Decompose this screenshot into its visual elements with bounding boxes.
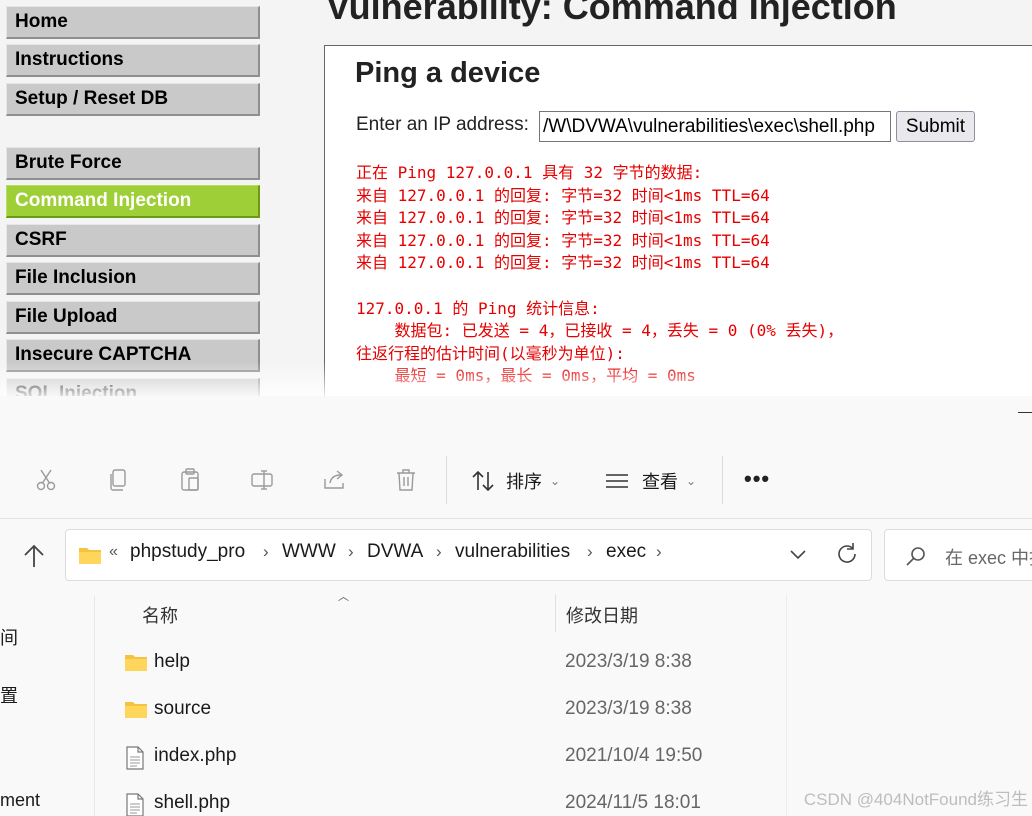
view-button[interactable]: 查看 ⌄ bbox=[604, 464, 696, 498]
file-modified-date: 2021/10/4 19:50 bbox=[565, 745, 703, 766]
output-line: 来自 127.0.0.1 的回复: 字节=32 时间<1ms TTL=64 bbox=[356, 253, 770, 273]
breadcrumb-item[interactable]: exec bbox=[606, 541, 646, 563]
toolbar-divider bbox=[0, 518, 1032, 519]
watermark: CSDN @404NotFound练习生 bbox=[803, 790, 1028, 809]
folder-icon bbox=[79, 548, 101, 564]
output-line: 正在 Ping 127.0.0.1 具有 32 字节的数据: bbox=[356, 163, 703, 182]
output-line: 来自 127.0.0.1 的回复: 字节=32 时间<1ms TTL=64 bbox=[356, 185, 770, 205]
menu-item[interactable]: Command Injection bbox=[6, 185, 260, 218]
toolbar-separator bbox=[446, 456, 447, 504]
file-row[interactable]: help 2023/3/19 8:38 bbox=[110, 644, 786, 684]
ip-address-label: Enter an IP address: bbox=[356, 114, 529, 135]
nav-pane-divider bbox=[94, 596, 95, 816]
file-row[interactable]: source 2023/3/19 8:38 bbox=[110, 691, 786, 731]
ip-address-input[interactable] bbox=[539, 111, 891, 142]
breadcrumb-separator-icon[interactable]: › bbox=[436, 542, 442, 562]
breadcrumb-separator-icon[interactable]: › bbox=[263, 542, 269, 562]
sort-icon bbox=[472, 470, 494, 492]
toolbar-separator bbox=[722, 456, 723, 504]
breadcrumb-overflow-icon[interactable]: « bbox=[109, 543, 118, 561]
breadcrumb-item[interactable]: DVWA bbox=[367, 541, 423, 563]
paste-icon[interactable] bbox=[170, 460, 210, 500]
breadcrumb-item[interactable]: phpstudy_pro bbox=[130, 541, 245, 563]
menu-item[interactable]: Instructions bbox=[6, 44, 260, 77]
file-icon bbox=[124, 746, 146, 775]
file-name: help bbox=[154, 651, 190, 672]
cut-icon[interactable] bbox=[26, 460, 66, 500]
chevron-down-icon: ⌄ bbox=[686, 474, 697, 488]
column-header-name[interactable]: 名称 bbox=[142, 602, 178, 628]
address-bar[interactable]: « phpstudy_pro › WWW › DVWA › vulnerabilities ›… bbox=[65, 529, 872, 581]
file-name: shell.php bbox=[154, 792, 231, 813]
share-icon[interactable] bbox=[314, 460, 354, 500]
submit-button[interactable]: Submit bbox=[896, 111, 975, 142]
sort-ascending-icon: ︿ bbox=[338, 591, 349, 603]
output-line: 127.0.0.1 的 Ping 统计信息: bbox=[356, 298, 600, 318]
search-box[interactable]: 在 exec 中搜 bbox=[884, 529, 1032, 581]
menu-item[interactable]: Home bbox=[6, 6, 260, 39]
page-title: Vulnerability: Command Injection bbox=[326, 0, 897, 27]
breadcrumb-separator-icon[interactable]: › bbox=[587, 542, 593, 562]
menu-item[interactable]: CSRF bbox=[6, 224, 260, 257]
file-modified-date: 2024/11/5 18:01 bbox=[565, 792, 701, 813]
file-modified-date: 2023/3/19 8:38 bbox=[565, 651, 692, 672]
rename-icon[interactable] bbox=[242, 460, 282, 500]
minimize-button[interactable] bbox=[1018, 412, 1032, 413]
search-icon bbox=[906, 547, 925, 566]
column-separator[interactable] bbox=[555, 594, 556, 632]
menu-item[interactable]: File Inclusion bbox=[6, 262, 260, 295]
file-row[interactable]: index.php 2021/10/4 19:50 bbox=[110, 738, 786, 778]
nav-pane-item[interactable]: ment bbox=[0, 790, 40, 811]
sort-button[interactable]: 排序 ⌄ bbox=[470, 464, 560, 498]
menu-item[interactable]: Setup / Reset DB bbox=[6, 83, 260, 116]
column-header-date[interactable]: 修改日期 bbox=[566, 602, 638, 628]
folder-icon bbox=[124, 699, 148, 724]
breadcrumb-separator-icon[interactable]: › bbox=[348, 542, 354, 562]
breadcrumb-item[interactable]: vulnerabilities bbox=[455, 541, 570, 563]
file-modified-date: 2023/3/19 8:38 bbox=[565, 698, 692, 719]
column-separator bbox=[786, 594, 787, 816]
form-heading: Ping a device bbox=[355, 57, 541, 89]
menu-item[interactable]: Insecure CAPTCHA bbox=[6, 339, 260, 372]
delete-icon[interactable] bbox=[386, 460, 426, 500]
menu-item[interactable]: File Upload bbox=[6, 301, 260, 334]
file-icon bbox=[124, 793, 146, 816]
copy-icon[interactable] bbox=[98, 460, 138, 500]
nav-pane-item[interactable]: 置 bbox=[0, 682, 18, 708]
output-line: 来自 127.0.0.1 的回复: 字节=32 时间<1ms TTL=64 bbox=[356, 230, 770, 250]
chevron-down-icon: ⌄ bbox=[550, 474, 561, 488]
menu-item[interactable]: Brute Force bbox=[6, 147, 260, 180]
refresh-icon[interactable] bbox=[834, 541, 860, 567]
breadcrumb-separator-icon[interactable]: › bbox=[656, 542, 662, 562]
up-arrow-icon[interactable] bbox=[20, 542, 48, 570]
breadcrumb-item[interactable]: WWW bbox=[282, 541, 336, 563]
more-options-button[interactable]: ••• bbox=[744, 466, 770, 492]
folder-icon bbox=[124, 652, 148, 677]
output-line: 往返行程的估计时间(以毫秒为单位): bbox=[356, 343, 625, 363]
chevron-down-icon[interactable] bbox=[787, 543, 809, 565]
dvwa-page: Home Instructions Setup / Reset DB Brute Fo… bbox=[0, 0, 1032, 396]
search-input[interactable]: 在 exec 中搜 bbox=[945, 544, 1032, 570]
ping-output: 正在 Ping 127.0.0.1 具有 32 字节的数据: 来自 127.0.0… bbox=[356, 162, 843, 388]
output-line: 来自 127.0.0.1 的回复: 字节=32 时间<1ms TTL=64 bbox=[356, 208, 770, 228]
view-label: 查看 bbox=[642, 472, 678, 492]
sort-label: 排序 bbox=[506, 472, 542, 492]
nav-pane-item[interactable]: 间 bbox=[0, 624, 18, 650]
file-explorer-window: 排序 ⌄ 查看 ⌄ ••• « phpstudy_pro › WWW › DVWA › vu… bbox=[0, 396, 1032, 816]
view-icon bbox=[606, 474, 628, 488]
file-name: index.php bbox=[154, 745, 237, 766]
file-name: source bbox=[154, 698, 212, 719]
output-line: 数据包: 已发送 = 4，已接收 = 4，丢失 = 0 (0% 丢失)， bbox=[356, 321, 844, 341]
menu-item[interactable]: SQL Injection bbox=[6, 378, 260, 396]
output-line: 最短 = 0ms，最长 = 0ms，平均 = 0ms bbox=[356, 366, 696, 386]
file-row[interactable]: shell.php 2024/11/5 18:01 bbox=[110, 785, 786, 816]
